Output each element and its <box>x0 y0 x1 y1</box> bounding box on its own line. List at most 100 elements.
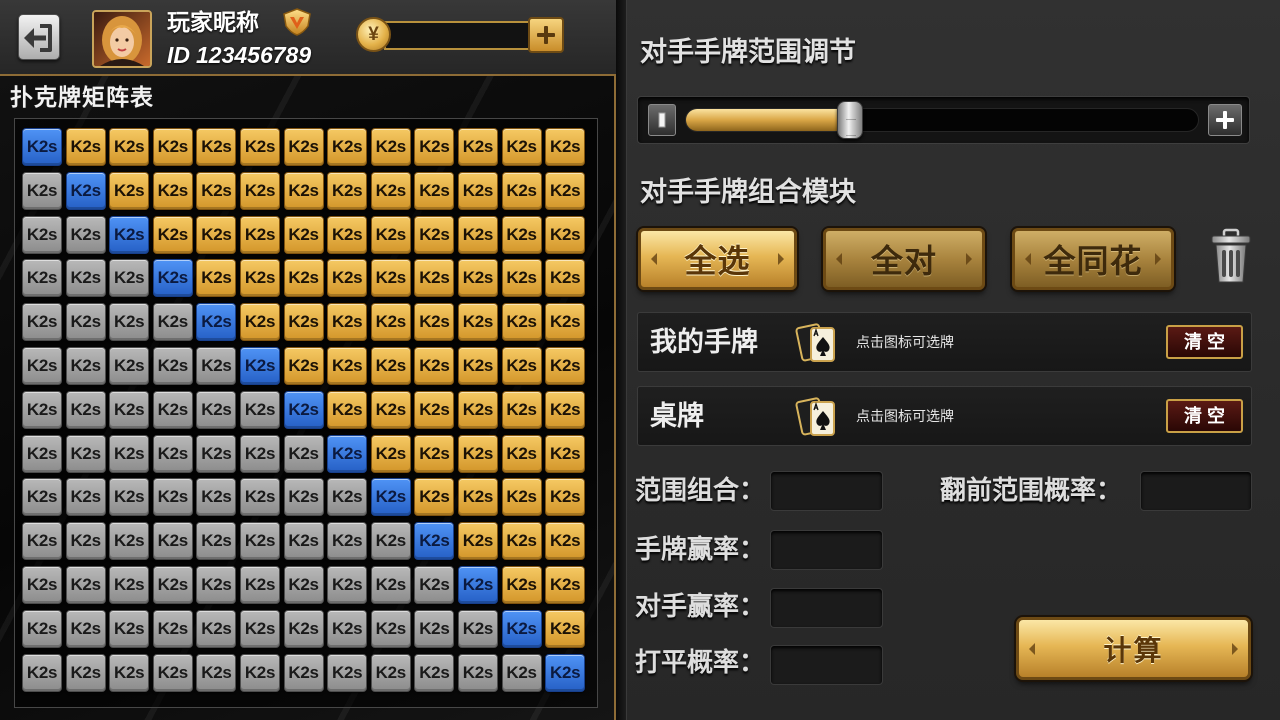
matrix-cell[interactable]: K2s <box>109 346 150 385</box>
matrix-cell[interactable]: K2s <box>501 478 542 517</box>
matrix-cell[interactable]: K2s <box>327 215 368 254</box>
matrix-cell[interactable]: K2s <box>501 259 542 298</box>
matrix-cell[interactable]: K2s <box>65 303 106 342</box>
slider-decrease-button[interactable] <box>648 104 676 136</box>
matrix-cell[interactable]: K2s <box>457 653 498 692</box>
matrix-cell[interactable]: K2s <box>545 215 586 254</box>
matrix-cell[interactable]: K2s <box>239 303 280 342</box>
matrix-cell[interactable]: K2s <box>283 128 324 166</box>
matrix-cell[interactable]: K2s <box>370 390 411 429</box>
matrix-cell[interactable]: K2s <box>414 609 455 648</box>
matrix-cell[interactable]: K2s <box>457 522 498 561</box>
avatar[interactable] <box>92 10 152 68</box>
matrix-cell[interactable]: K2s <box>370 522 411 561</box>
matrix-cell[interactable]: K2s <box>22 390 62 429</box>
matrix-cell[interactable]: K2s <box>501 171 542 210</box>
matrix-cell[interactable]: K2s <box>196 434 237 473</box>
matrix-cell[interactable]: K2s <box>501 522 542 561</box>
matrix-cell[interactable]: K2s <box>152 346 193 385</box>
matrix-cell[interactable]: K2s <box>283 303 324 342</box>
matrix-cell[interactable]: K2s <box>239 522 280 561</box>
matrix-cell[interactable]: K2s <box>370 303 411 342</box>
matrix-cell[interactable]: K2s <box>109 653 150 692</box>
matrix-cell[interactable]: K2s <box>414 434 455 473</box>
matrix-cell[interactable]: K2s <box>283 390 324 429</box>
matrix-cell[interactable]: K2s <box>152 259 193 298</box>
matrix-cell[interactable]: K2s <box>152 215 193 254</box>
matrix-cell[interactable]: K2s <box>239 609 280 648</box>
matrix-cell[interactable]: K2s <box>283 565 324 604</box>
all-pairs-button[interactable]: 全对 <box>823 228 985 290</box>
matrix-cell[interactable]: K2s <box>414 128 455 166</box>
matrix-cell[interactable]: K2s <box>22 346 62 385</box>
matrix-cell[interactable]: K2s <box>65 478 106 517</box>
matrix-cell[interactable]: K2s <box>22 478 62 517</box>
matrix-cell[interactable]: K2s <box>22 171 62 210</box>
matrix-cell[interactable]: K2s <box>196 171 237 210</box>
matrix-cell[interactable]: K2s <box>239 215 280 254</box>
matrix-cell[interactable]: K2s <box>501 653 542 692</box>
matrix-cell[interactable]: K2s <box>65 171 106 210</box>
matrix-cell[interactable]: K2s <box>283 259 324 298</box>
matrix-cell[interactable]: K2s <box>239 565 280 604</box>
matrix-cell[interactable]: K2s <box>327 346 368 385</box>
cards-icon[interactable] <box>795 395 839 439</box>
matrix-cell[interactable]: K2s <box>196 609 237 648</box>
matrix-cell[interactable]: K2s <box>457 171 498 210</box>
matrix-cell[interactable]: K2s <box>327 565 368 604</box>
matrix-cell[interactable]: K2s <box>22 215 62 254</box>
matrix-cell[interactable]: K2s <box>283 522 324 561</box>
matrix-cell[interactable]: K2s <box>65 434 106 473</box>
matrix-cell[interactable]: K2s <box>239 434 280 473</box>
matrix-cell[interactable]: K2s <box>414 565 455 604</box>
matrix-cell[interactable]: K2s <box>239 346 280 385</box>
matrix-cell[interactable]: K2s <box>327 609 368 648</box>
matrix-cell[interactable]: K2s <box>414 171 455 210</box>
clear-board-button[interactable]: 清 空 <box>1166 399 1243 433</box>
matrix-cell[interactable]: K2s <box>414 653 455 692</box>
matrix-cell[interactable]: K2s <box>370 478 411 517</box>
matrix-cell[interactable]: K2s <box>501 128 542 166</box>
matrix-cell[interactable]: K2s <box>109 434 150 473</box>
matrix-cell[interactable]: K2s <box>152 478 193 517</box>
matrix-cell[interactable]: K2s <box>545 565 586 604</box>
matrix-cell[interactable]: K2s <box>152 390 193 429</box>
matrix-cell[interactable]: K2s <box>196 565 237 604</box>
matrix-cell[interactable]: K2s <box>457 565 498 604</box>
matrix-cell[interactable]: K2s <box>327 478 368 517</box>
matrix-cell[interactable]: K2s <box>545 522 586 561</box>
matrix-cell[interactable]: K2s <box>239 390 280 429</box>
matrix-cell[interactable]: K2s <box>457 215 498 254</box>
matrix-cell[interactable]: K2s <box>501 215 542 254</box>
matrix-cell[interactable]: K2s <box>283 478 324 517</box>
matrix-cell[interactable]: K2s <box>370 653 411 692</box>
matrix-cell[interactable]: K2s <box>501 346 542 385</box>
matrix-cell[interactable]: K2s <box>501 434 542 473</box>
matrix-cell[interactable]: K2s <box>457 434 498 473</box>
add-coins-button[interactable] <box>528 17 564 53</box>
matrix-cell[interactable]: K2s <box>152 565 193 604</box>
matrix-cell[interactable]: K2s <box>545 346 586 385</box>
matrix-cell[interactable]: K2s <box>370 128 411 166</box>
matrix-cell[interactable]: K2s <box>457 128 498 166</box>
matrix-cell[interactable]: K2s <box>152 609 193 648</box>
matrix-cell[interactable]: K2s <box>327 259 368 298</box>
trash-icon[interactable] <box>1209 228 1253 284</box>
matrix-cell[interactable]: K2s <box>414 215 455 254</box>
matrix-cell[interactable]: K2s <box>239 478 280 517</box>
all-suited-button[interactable]: 全同花 <box>1012 228 1174 290</box>
matrix-cell[interactable]: K2s <box>370 609 411 648</box>
matrix-cell[interactable]: K2s <box>414 522 455 561</box>
matrix-cell[interactable]: K2s <box>545 171 586 210</box>
matrix-cell[interactable]: K2s <box>239 259 280 298</box>
matrix-cell[interactable]: K2s <box>545 390 586 429</box>
matrix-cell[interactable]: K2s <box>152 653 193 692</box>
matrix-cell[interactable]: K2s <box>109 390 150 429</box>
matrix-cell[interactable]: K2s <box>152 303 193 342</box>
matrix-cell[interactable]: K2s <box>152 128 193 166</box>
matrix-cell[interactable]: K2s <box>152 171 193 210</box>
matrix-cell[interactable]: K2s <box>152 434 193 473</box>
matrix-cell[interactable]: K2s <box>109 259 150 298</box>
matrix-cell[interactable]: K2s <box>196 303 237 342</box>
matrix-cell[interactable]: K2s <box>327 653 368 692</box>
